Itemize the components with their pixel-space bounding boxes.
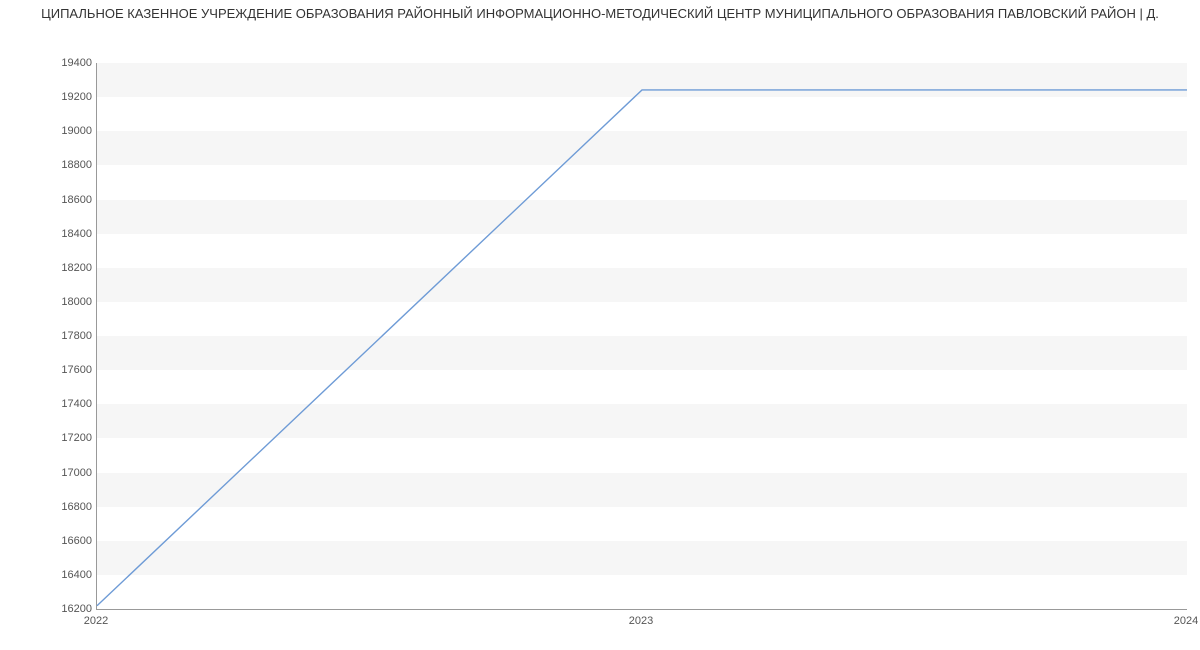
y-tick-label: 18200 xyxy=(61,262,92,274)
series-line xyxy=(97,90,1187,606)
chart-title: ЦИПАЛЬНОЕ КАЗЕННОЕ УЧРЕЖДЕНИЕ ОБРАЗОВАНИ… xyxy=(0,0,1200,23)
y-tick-label: 19400 xyxy=(61,57,92,69)
y-tick-label: 19000 xyxy=(61,125,92,137)
y-tick-label: 16200 xyxy=(61,603,92,615)
x-tick-label: 2023 xyxy=(629,615,653,627)
y-tick-label: 18400 xyxy=(61,228,92,240)
y-tick-label: 18800 xyxy=(61,159,92,171)
x-tick-label: 2022 xyxy=(84,615,108,627)
y-tick-label: 17600 xyxy=(61,364,92,376)
y-tick-label: 17000 xyxy=(61,467,92,479)
chart-container: 16200 16400 16600 16800 17000 17200 17400 17600… xyxy=(0,23,1200,643)
line-layer xyxy=(97,63,1187,609)
y-tick-label: 16600 xyxy=(61,535,92,547)
y-tick-label: 17200 xyxy=(61,432,92,444)
y-tick-label: 17400 xyxy=(61,398,92,410)
y-tick-label: 17800 xyxy=(61,330,92,342)
y-tick-label: 18600 xyxy=(61,194,92,206)
y-tick-label: 16400 xyxy=(61,569,92,581)
x-tick-label: 2024 xyxy=(1174,615,1198,627)
plot-area xyxy=(96,63,1187,610)
y-tick-label: 18000 xyxy=(61,296,92,308)
y-tick-label: 16800 xyxy=(61,501,92,513)
y-tick-label: 19200 xyxy=(61,91,92,103)
